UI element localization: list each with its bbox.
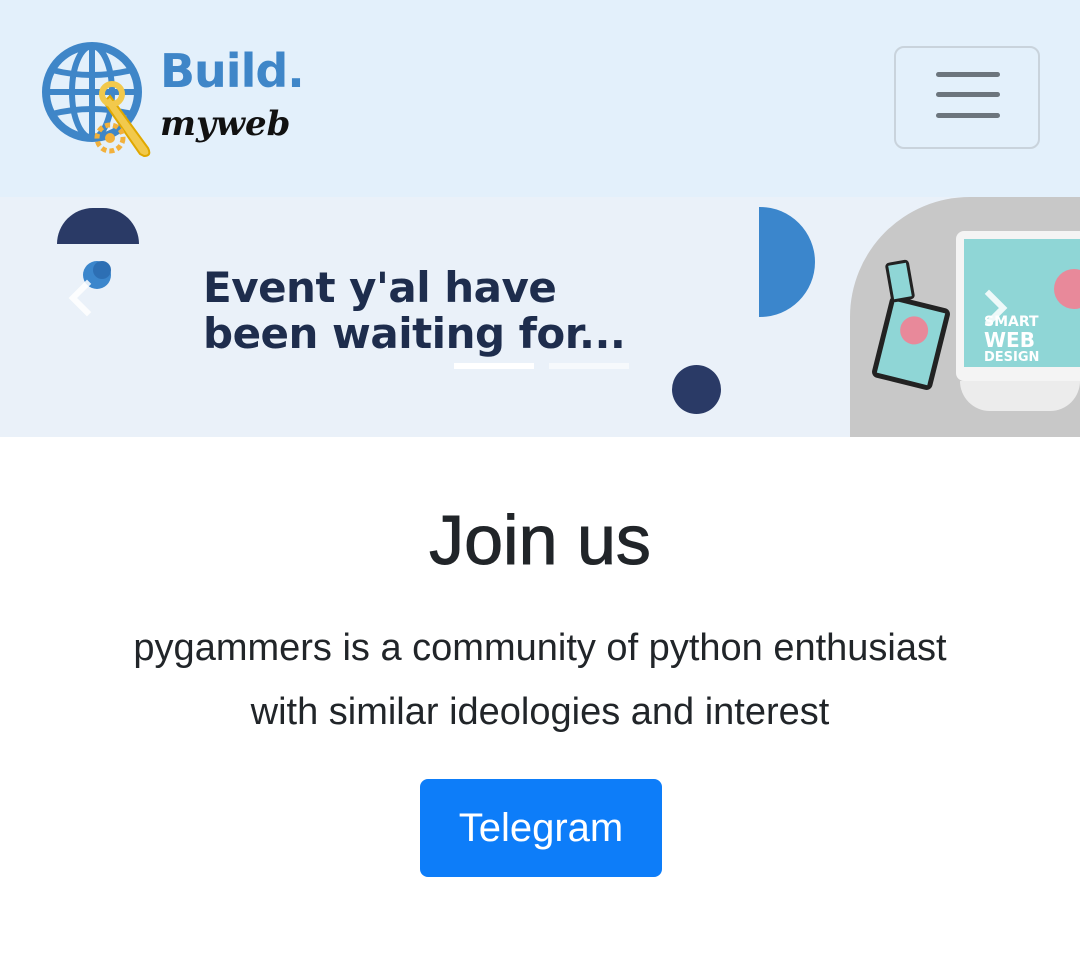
join-description: pygammers is a community of python enthu… [60,616,1020,744]
brand-name-build: Build. [160,44,305,98]
navbar: Build. myweb [0,0,1080,197]
decorative-half-circle [57,208,139,244]
carousel-indicator-2[interactable] [549,363,629,369]
decorative-half-disk [759,207,815,317]
phone-illustration [884,259,916,303]
slide-devices-image: SMART WEB DESIGN [850,197,1080,437]
brain-illustration [1054,269,1080,309]
join-title: Join us [429,501,652,580]
decorative-circle [672,365,721,414]
slide-headline-line1: Event y'al have [203,263,557,312]
navbar-toggler-button[interactable] [894,46,1040,149]
brand-name-myweb: myweb [160,104,291,144]
carousel-next-button[interactable] [972,287,1012,327]
slide-headline-line2: been waiting for... [203,309,626,358]
carousel-prev-button[interactable] [60,277,100,317]
slide-headline: Event y'al have been waiting for... [203,263,626,358]
globe-wrench-gear-icon [42,42,151,158]
telegram-button[interactable]: Telegram [420,779,662,877]
carousel-indicator-1[interactable] [454,363,534,369]
join-description-line1: pygammers is a community of python enthu… [133,627,947,669]
monitor-stand [960,381,1080,411]
tablet-illustration [870,294,952,392]
brand-logo[interactable]: Build. myweb [40,30,305,165]
hero-carousel: Event y'al have been waiting for... SMAR… [0,197,1080,437]
hamburger-menu-icon [936,72,1000,122]
join-description-line2: with similar ideologies and interest [250,691,830,733]
carousel-indicators [454,363,630,369]
